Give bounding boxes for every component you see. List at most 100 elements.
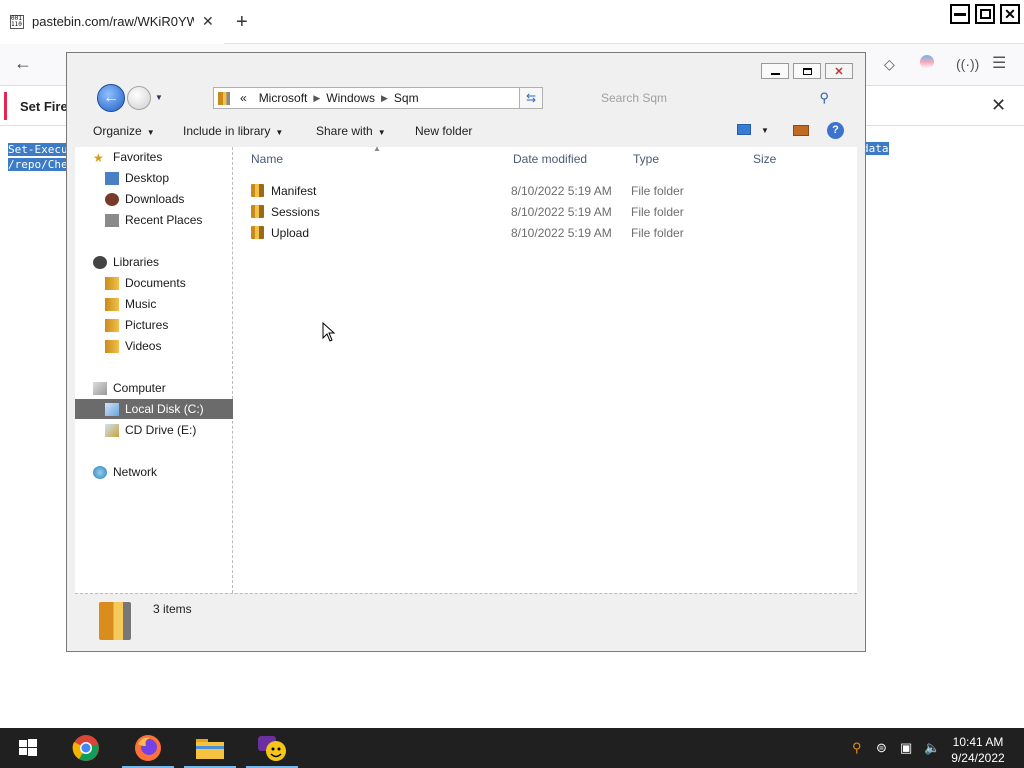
browser-minimize-button[interactable] bbox=[950, 4, 970, 24]
file-row[interactable]: Manifest 8/10/2022 5:19 AM File folder bbox=[241, 181, 841, 201]
back-button[interactable]: ← bbox=[97, 84, 125, 112]
nav-label: Music bbox=[125, 297, 157, 311]
explorer-close-button[interactable]: ✕ bbox=[825, 63, 853, 79]
search-placeholder: Search Sqm bbox=[601, 91, 668, 105]
music-icon bbox=[105, 297, 119, 311]
nav-label: Desktop bbox=[125, 171, 170, 185]
browser-close-button[interactable]: ✕ bbox=[1000, 4, 1020, 24]
file-name: Manifest bbox=[271, 184, 317, 198]
folder-icon bbox=[251, 205, 264, 218]
pocket-icon[interactable]: ◇ bbox=[884, 56, 895, 73]
nav-label: Favorites bbox=[113, 150, 163, 164]
notification-accent bbox=[4, 92, 7, 120]
change-view-icon[interactable] bbox=[737, 124, 751, 135]
chevron-down-icon: ▼ bbox=[377, 128, 386, 137]
refresh-icon[interactable]: ⇆ bbox=[519, 87, 543, 109]
taskbar-file-explorer[interactable] bbox=[182, 728, 238, 768]
messenger-tray-icon[interactable]: ⊜ bbox=[876, 740, 887, 756]
nav-computer[interactable]: Computer bbox=[93, 378, 251, 398]
column-date-modified[interactable]: Date modified bbox=[513, 152, 587, 166]
windows-logo-icon bbox=[19, 739, 37, 756]
menu-icon[interactable]: ☰ bbox=[992, 53, 1006, 73]
view-options-dropdown-icon[interactable]: ▼ bbox=[761, 126, 769, 135]
breadcrumb-overflow[interactable]: « bbox=[240, 91, 247, 105]
nav-label: CD Drive (E:) bbox=[125, 423, 197, 437]
star-icon: ★ bbox=[93, 150, 104, 165]
chrome-icon bbox=[72, 735, 99, 761]
file-type: File folder bbox=[631, 226, 684, 240]
notification-close-icon[interactable]: ✕ bbox=[991, 95, 1006, 116]
browser-tab[interactable]: 001 110 pastebin.com/raw/WKiR0YWu ✕ bbox=[0, 0, 224, 44]
search-input[interactable]: Search Sqm ⚲ bbox=[549, 87, 835, 109]
share-with-button[interactable]: Share with ▼ bbox=[316, 124, 386, 138]
column-type[interactable]: Type bbox=[633, 152, 659, 166]
start-button[interactable] bbox=[0, 728, 56, 768]
nav-label: Downloads bbox=[125, 192, 185, 206]
folder-icon bbox=[251, 184, 264, 197]
clock-date: 9/24/2022 bbox=[951, 751, 1005, 765]
nav-label: Pictures bbox=[125, 318, 169, 332]
libraries-icon bbox=[93, 255, 107, 269]
preview-pane-icon[interactable] bbox=[793, 125, 809, 136]
file-row[interactable]: Sessions 8/10/2022 5:19 AM File folder bbox=[241, 202, 841, 222]
breadcrumb-sqm[interactable]: Sqm bbox=[394, 91, 419, 105]
tab-close-icon[interactable]: ✕ bbox=[202, 13, 214, 30]
taskbar-firefox[interactable] bbox=[120, 728, 176, 768]
taskbar-yahoo-messenger[interactable] bbox=[244, 728, 300, 768]
nav-network[interactable]: Network bbox=[93, 462, 251, 482]
system-clock[interactable]: 10:41 AM 9/24/2022 bbox=[944, 734, 1012, 766]
explorer-maximize-button[interactable] bbox=[793, 63, 821, 79]
browser-restore-button[interactable] bbox=[975, 4, 995, 24]
explorer-window: ✕ ← ▼ « Microsoft ▶ Windows ▶ Sqm ▼ ⇆ Se… bbox=[66, 52, 866, 652]
new-tab-button[interactable]: + bbox=[236, 12, 248, 32]
organize-button[interactable]: Organize ▼ bbox=[93, 124, 155, 138]
account-icon[interactable] bbox=[920, 55, 934, 69]
file-date: 8/10/2022 5:19 AM bbox=[511, 184, 612, 198]
file-row[interactable]: Upload 8/10/2022 5:19 AM File folder bbox=[241, 223, 841, 243]
organize-label: Organize bbox=[93, 124, 142, 138]
videos-icon bbox=[105, 339, 119, 353]
breadcrumb-windows[interactable]: Windows bbox=[326, 91, 375, 105]
include-in-library-button[interactable]: Include in library ▼ bbox=[183, 124, 283, 138]
file-list-pane: ▲ Name Date modified Type Size Manifest … bbox=[233, 144, 857, 593]
explorer-minimize-button[interactable] bbox=[761, 63, 789, 79]
downloads-icon bbox=[105, 192, 119, 206]
nav-local-disk[interactable]: Local Disk (C:) bbox=[75, 399, 233, 419]
search-icon[interactable]: ⚲ bbox=[819, 90, 829, 106]
breadcrumb-separator-icon[interactable]: ▶ bbox=[313, 93, 320, 104]
recent-places-icon bbox=[105, 213, 119, 227]
new-folder-button[interactable]: New folder bbox=[415, 124, 472, 138]
extension-icon[interactable]: ((·)) bbox=[956, 56, 979, 72]
network-tray-icon[interactable]: ▣ bbox=[900, 740, 912, 756]
navigation-pane: ★ Favorites Desktop Downloads Recent Plac… bbox=[75, 147, 233, 593]
command-bar: Organize ▼ Include in library ▼ Share with… bbox=[67, 115, 865, 147]
taskbar: ⚲ ⊜ ▣ 🔈 10:41 AM 9/24/2022 bbox=[0, 728, 1024, 768]
breadcrumb-microsoft[interactable]: Microsoft bbox=[259, 91, 308, 105]
taskbar-chrome[interactable] bbox=[58, 728, 114, 768]
chevron-down-icon: ▼ bbox=[275, 128, 284, 137]
search-tray-icon[interactable]: ⚲ bbox=[852, 740, 862, 756]
folder-icon bbox=[99, 602, 131, 640]
tab-title: pastebin.com/raw/WKiR0YWu bbox=[32, 14, 194, 29]
back-arrow-icon[interactable]: ← bbox=[14, 53, 32, 74]
recent-pages-dropdown-icon[interactable]: ▼ bbox=[155, 93, 163, 102]
nav-label: Videos bbox=[125, 339, 162, 353]
breadcrumb-separator-icon[interactable]: ▶ bbox=[381, 93, 388, 104]
address-bar[interactable]: « Microsoft ▶ Windows ▶ Sqm ▼ bbox=[213, 87, 543, 109]
volume-icon[interactable]: 🔈 bbox=[924, 740, 940, 756]
column-size[interactable]: Size bbox=[753, 152, 776, 166]
nav-favorites[interactable]: ★ Favorites bbox=[93, 147, 251, 167]
nav-label: Documents bbox=[125, 276, 186, 290]
nav-label: Recent Places bbox=[125, 213, 203, 227]
yahoo-messenger-icon bbox=[258, 736, 286, 761]
column-headers: ▲ Name Date modified Type Size bbox=[233, 144, 853, 171]
column-name[interactable]: Name bbox=[251, 152, 283, 166]
forward-button[interactable] bbox=[127, 86, 151, 110]
nav-label: Local Disk (C:) bbox=[125, 402, 204, 416]
file-explorer-icon bbox=[196, 739, 224, 759]
folder-icon bbox=[218, 91, 230, 105]
mouse-pointer-icon bbox=[322, 322, 336, 342]
help-icon[interactable]: ? bbox=[827, 122, 844, 139]
firefox-icon bbox=[135, 735, 161, 761]
nav-libraries[interactable]: Libraries bbox=[93, 252, 251, 272]
